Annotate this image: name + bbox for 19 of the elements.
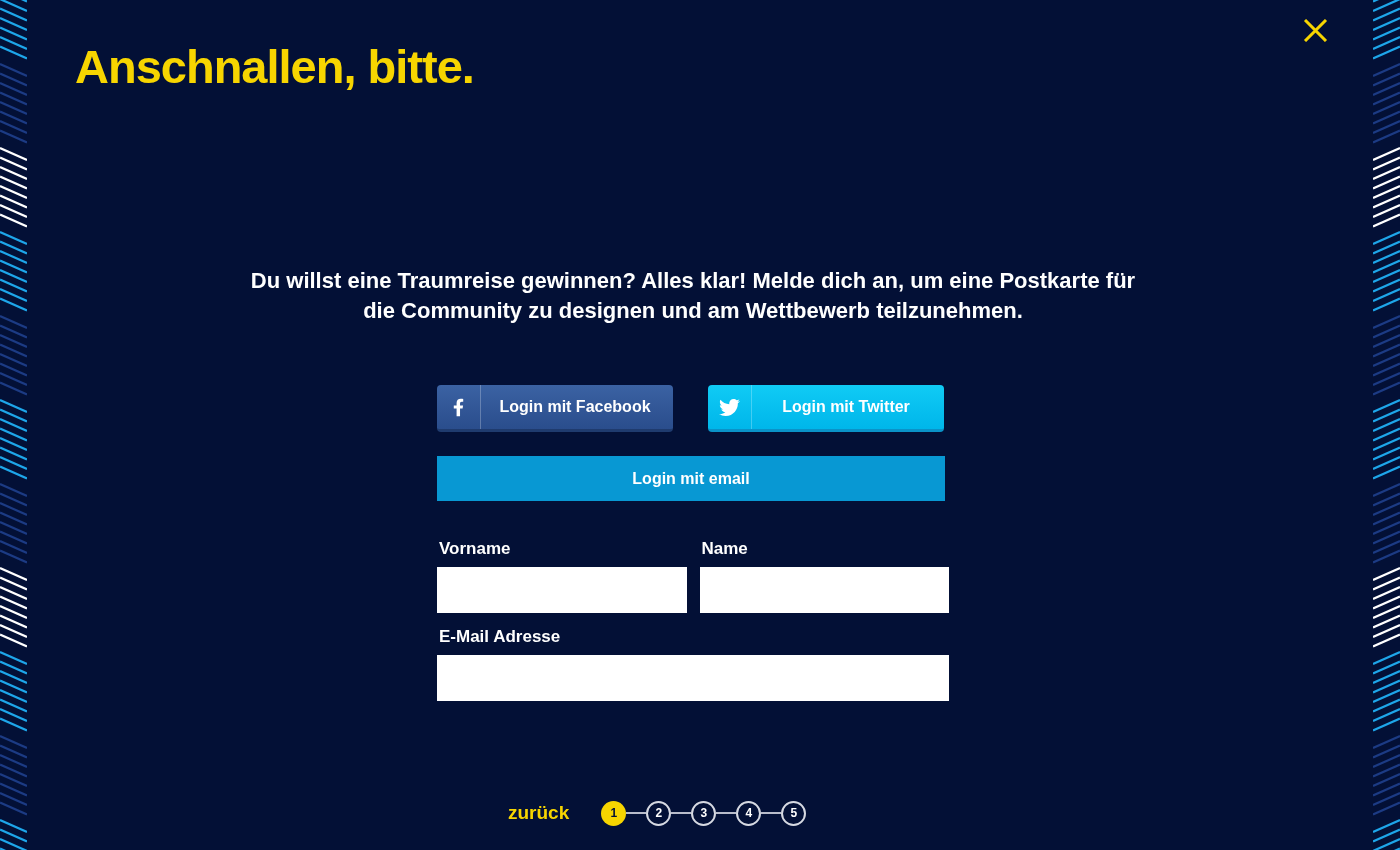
field-label: Vorname [438,538,512,560]
back-link[interactable]: zurück [508,799,570,828]
field-label: E-Mail Adresse [438,626,562,648]
input-field[interactable] [437,567,687,613]
step-indicator: 1 [601,800,627,826]
page-title: Anschnallen, bitte. [75,40,474,94]
input-field[interactable] [699,567,949,613]
bird-logo-icon [717,396,742,418]
step-indicator: 3 [691,800,717,826]
step-indicator: 5 [781,800,807,826]
intro-text: Du willst eine Traumreise gewinnen? Alles klar! Melde dich an, um eine Postkarte für die Community zu designen und am Wettbewerb teilzunehmen. [249,267,1137,325]
facebook-logo-icon [453,396,464,418]
step-indicator: 2 [646,800,672,826]
close-icon [1302,18,1328,42]
field-label: Name [700,538,749,560]
input-field[interactable] [437,655,949,701]
facebook-login-button[interactable]: Login mit Facebook [437,385,673,432]
step-indicator: 4 [736,800,762,826]
close-button[interactable] [1301,16,1329,44]
